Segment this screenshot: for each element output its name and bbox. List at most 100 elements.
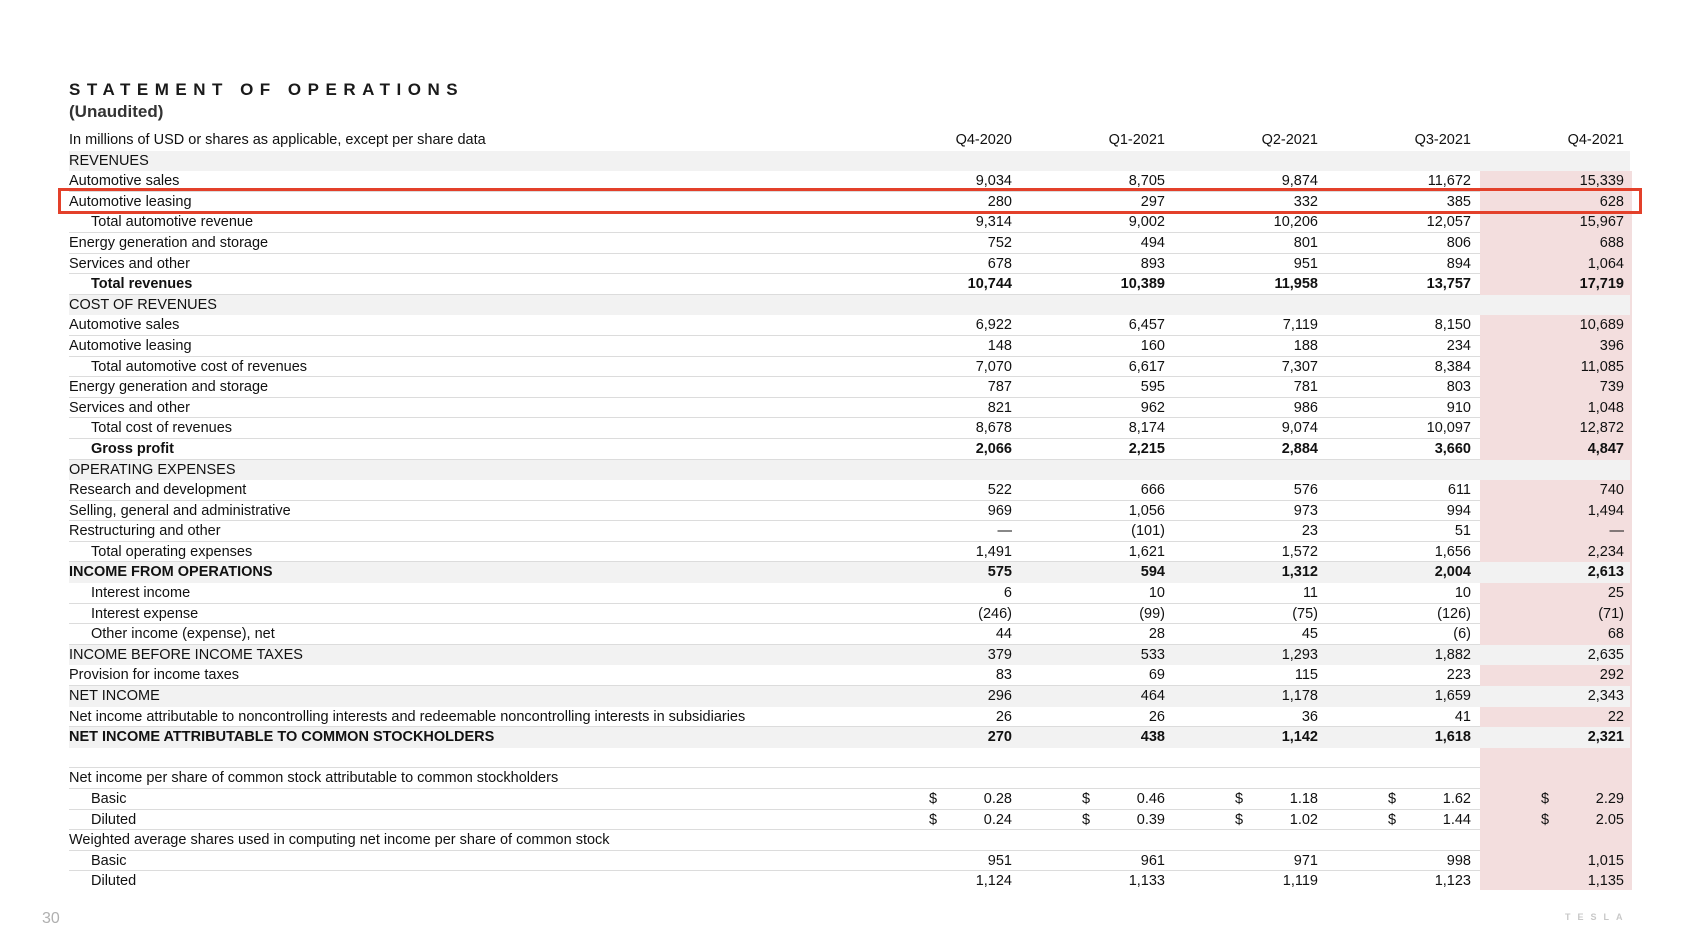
table-row: OPERATING EXPENSES: [69, 459, 1630, 481]
row-value: $1.62: [1388, 789, 1471, 810]
cell-value: 2,635: [1587, 646, 1624, 663]
row-label: Energy generation and storage: [69, 234, 269, 251]
row-value: 25: [1541, 583, 1624, 604]
row-value: 1,133: [1082, 871, 1165, 892]
table-row: Energy generation and storage 752 494 801 80…: [69, 233, 1630, 254]
cell-value: 1,656: [1434, 543, 1471, 560]
row-value: 396: [1541, 336, 1624, 357]
row-value: 4,847: [1541, 439, 1624, 460]
cell-value: 969: [987, 502, 1012, 519]
row-value: 464: [1082, 686, 1165, 707]
cell-value: 0.24: [983, 811, 1012, 828]
row-value: 595: [1082, 377, 1165, 398]
cell-value: 28: [1148, 626, 1165, 643]
row-label: Research and development: [69, 482, 247, 499]
row-value: 2,234: [1541, 542, 1624, 563]
row-value: 270: [929, 727, 1012, 748]
cell-value: (6): [1453, 626, 1471, 643]
table-row: Total revenues 10,744 10,389 11,958 13,757 17…: [69, 274, 1630, 295]
row-value: [1541, 151, 1624, 172]
cell-value: 9,034: [975, 173, 1012, 190]
row-value: —: [929, 521, 1013, 542]
table-row: Diluted 1,124 1,133 1,119 1,123 1,135: [69, 871, 1630, 892]
cell-value: 2.29: [1595, 791, 1624, 807]
row-value: [1082, 830, 1165, 851]
row-value: 10,097: [1388, 418, 1471, 439]
brand-logo: TESLA: [1565, 912, 1630, 922]
cell-value: 10,689: [1579, 317, 1624, 334]
cell-value: 894: [1446, 255, 1471, 272]
table-row: Total operating expenses 1,491 1,621 1,572 1…: [69, 542, 1630, 563]
row-value: [1082, 151, 1165, 172]
cell-value: 594: [1140, 564, 1165, 581]
row-label: NET INCOME: [69, 688, 160, 705]
cell-value: 7,119: [1282, 317, 1318, 334]
table-row: Total automotive cost of revenues 7,070 6,…: [69, 357, 1630, 378]
row-value: 12,872: [1541, 418, 1624, 439]
row-value: 1,882: [1388, 645, 1471, 666]
table-row: Basic $0.28 $0.46 $1.18 $1.62 $2.29: [69, 789, 1630, 810]
row-value: [1235, 748, 1318, 769]
row-value: 11,085: [1541, 357, 1624, 378]
table-row: Services and other 678 893 951 894 1,064: [69, 254, 1630, 275]
cell-value: 2,613: [1587, 564, 1624, 581]
cell-value: 1,312: [1281, 564, 1318, 581]
row-value: 739: [1541, 377, 1624, 398]
cell-value: 11,958: [1274, 276, 1318, 293]
cell-value: 611: [1447, 482, 1471, 499]
row-label: Diluted: [91, 811, 137, 828]
cell-value: 1,572: [1281, 543, 1318, 560]
cell-value: 1,621: [1128, 543, 1165, 560]
cell-value: 36: [1301, 708, 1318, 725]
cell-value: 2,066: [975, 440, 1012, 457]
row-value: [1082, 295, 1165, 316]
cell-value: 160: [1140, 337, 1165, 354]
row-label: NET INCOME ATTRIBUTABLE TO COMMON STOCKH…: [69, 729, 495, 746]
row-value: $0.28: [929, 789, 1012, 810]
row-value: 41: [1388, 707, 1471, 728]
row-label: Basic: [91, 791, 127, 807]
row-label: Basic: [91, 852, 127, 869]
row-label: REVENUES: [69, 152, 149, 169]
cell-value: 83: [995, 667, 1012, 684]
row-value: 575: [929, 562, 1012, 583]
row-value: 8,384: [1388, 357, 1471, 378]
row-value: [1388, 748, 1471, 769]
cell-value: 986: [1293, 399, 1318, 416]
table-row: Provision for income taxes 83 69 115 223 292: [69, 665, 1630, 686]
row-label: Total operating expenses: [91, 543, 253, 560]
row-value: 1,572: [1235, 542, 1318, 563]
cell-value: 1,494: [1587, 502, 1624, 519]
cell-value: 11: [1302, 585, 1318, 602]
row-value: 2,884: [1235, 439, 1318, 460]
row-label: Interest expense: [91, 605, 199, 622]
cell-value: 23: [1301, 523, 1318, 540]
row-value: 3,660: [1388, 439, 1471, 460]
currency-symbol: $: [929, 811, 938, 828]
cell-value: 688: [1599, 234, 1624, 251]
cell-value: 8,678: [975, 420, 1012, 437]
table-row: Total cost of revenues 8,678 8,174 9,074 10,…: [69, 418, 1630, 439]
row-value: 1,056: [1082, 501, 1165, 522]
cell-value: 2.05: [1595, 811, 1624, 828]
row-value: 1,178: [1235, 686, 1318, 707]
table-row: Gross profit 2,066 2,215 2,884 3,660 4,847: [69, 439, 1630, 460]
cell-value: 1,882: [1434, 646, 1471, 663]
row-value: 971: [1235, 851, 1318, 872]
row-label: Selling, general and administrative: [69, 502, 291, 519]
table-row: Other income (expense), net 44 28 45 (6) 68: [69, 624, 1630, 645]
cell-value: 9,314: [975, 214, 1012, 231]
row-value: 2,613: [1541, 562, 1624, 583]
row-value: 438: [1082, 727, 1165, 748]
row-value: [1235, 830, 1318, 851]
row-value: $1.18: [1235, 789, 1318, 810]
cell-value: 1,133: [1128, 873, 1165, 890]
row-value: $2.05: [1541, 810, 1624, 831]
table-header-row: In millions of USD or shares as applicab…: [69, 130, 1630, 151]
cell-value: 15,967: [1579, 214, 1624, 231]
cell-value: 962: [1140, 399, 1165, 416]
table-row: NET INCOME 296 464 1,178 1,659 2,343: [69, 686, 1630, 707]
cell-value: 26: [995, 708, 1012, 725]
cell-value: 2,234: [1587, 543, 1624, 560]
cell-value: 396: [1599, 337, 1624, 354]
